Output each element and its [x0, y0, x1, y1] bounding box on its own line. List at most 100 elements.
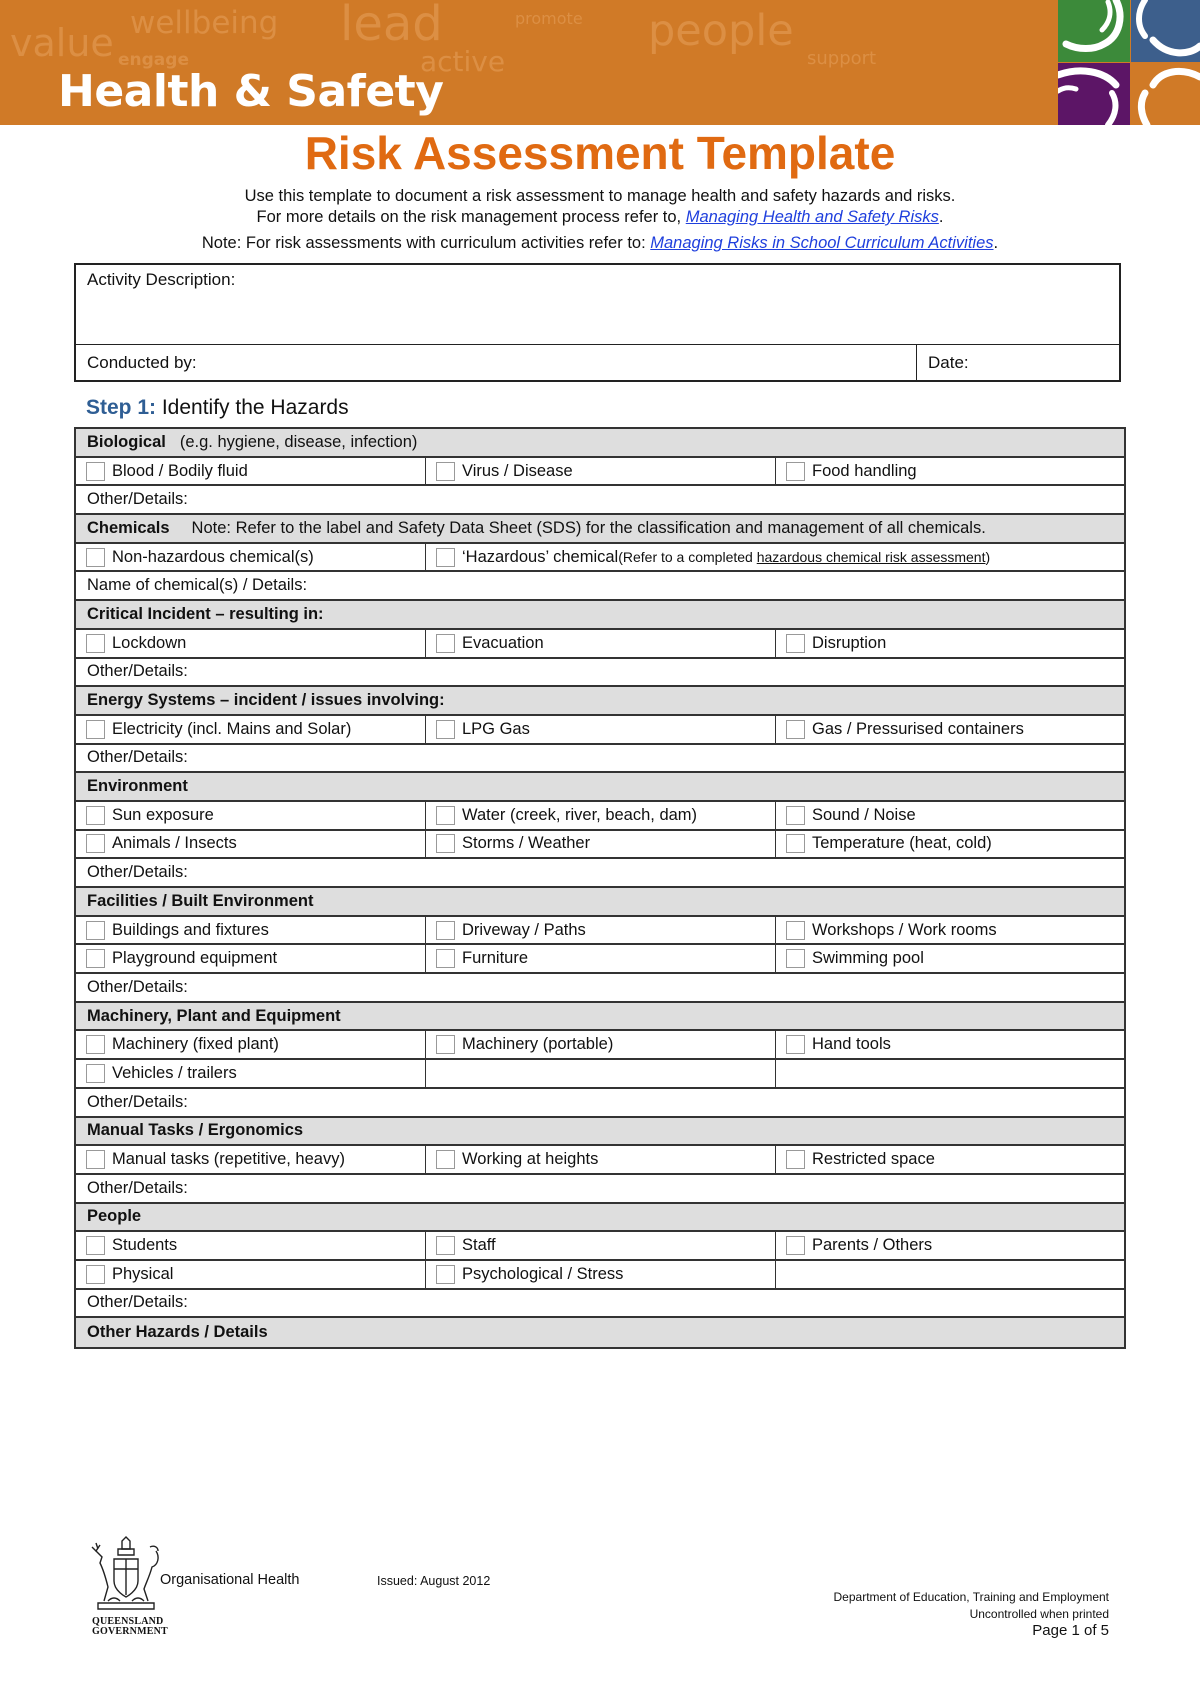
checkbox[interactable]	[786, 1150, 805, 1170]
section-header-manual-tasks: Manual Tasks / Ergonomics	[76, 1117, 1124, 1147]
hazard-option[interactable]: Manual tasks (repetitive, heavy)	[76, 1146, 426, 1173]
hazard-option[interactable]: ‘Hazardous’ chemical (Refer to a complet…	[426, 544, 1124, 571]
hazard-option[interactable]: Disruption	[776, 630, 1124, 657]
option-label: Virus / Disease	[462, 461, 573, 480]
checkbox[interactable]	[786, 920, 805, 940]
option-label: Restricted space	[812, 1150, 935, 1169]
empty-cell	[426, 1060, 776, 1087]
checkbox[interactable]	[436, 461, 455, 481]
hazard-option[interactable]: Hand tools	[776, 1031, 1124, 1058]
checkbox[interactable]	[436, 547, 455, 567]
hazard-option[interactable]: Staff	[426, 1232, 776, 1259]
hazard-option[interactable]: Swimming pool	[776, 945, 1124, 972]
hazard-option[interactable]: Machinery (fixed plant)	[76, 1031, 426, 1059]
checkbox[interactable]	[436, 633, 455, 653]
option-label: Electricity (incl. Mains and Solar)	[112, 719, 352, 738]
details-field[interactable]: Other/Details:	[76, 1089, 1124, 1118]
hazard-option[interactable]: Driveway / Paths	[426, 916, 776, 944]
details-field[interactable]: Other/Details:	[76, 1175, 1124, 1204]
checkbox[interactable]	[786, 1035, 805, 1055]
hazard-option[interactable]: Temperature (heat, cold)	[776, 831, 1124, 858]
checkbox[interactable]	[786, 805, 805, 825]
hazard-option[interactable]: Storms / Weather	[426, 830, 776, 858]
hazard-option[interactable]: Workshops / Work rooms	[776, 917, 1124, 944]
checkbox[interactable]	[786, 1236, 805, 1256]
curriculum-risks-link[interactable]: Managing Risks in School Curriculum Acti…	[650, 234, 993, 252]
checkbox[interactable]	[86, 719, 105, 739]
hazard-option[interactable]: Parents / Others	[776, 1232, 1124, 1259]
date-field[interactable]: Date:	[916, 345, 1119, 380]
checkbox[interactable]	[436, 1236, 455, 1256]
checkbox[interactable]	[86, 633, 105, 653]
hazard-option[interactable]: Playground equipment	[76, 945, 426, 973]
step-number: Step 1:	[86, 396, 157, 419]
checkbox[interactable]	[86, 461, 105, 481]
hazard-option[interactable]: Machinery (portable)	[426, 1031, 776, 1059]
checkbox[interactable]	[436, 1035, 455, 1055]
details-field[interactable]: Other/Details:	[76, 486, 1124, 516]
checkbox[interactable]	[786, 834, 805, 854]
hazard-option[interactable]: Water (creek, river, beach, dam)	[426, 801, 776, 829]
checkbox[interactable]	[86, 1063, 105, 1083]
conducted-by-field[interactable]: Conducted by: Date:	[76, 345, 1119, 380]
option-label: Lockdown	[112, 633, 187, 652]
hazard-option[interactable]: Evacuation	[426, 629, 776, 657]
hazard-option[interactable]: Lockdown	[76, 629, 426, 657]
hazard-option[interactable]: Gas / Pressurised containers	[776, 716, 1124, 743]
hazard-option[interactable]: Students	[76, 1232, 426, 1259]
checkbox[interactable]	[436, 719, 455, 739]
details-field[interactable]: Other/Details:	[76, 859, 1124, 888]
hazard-option[interactable]: Food handling	[776, 458, 1124, 485]
hazard-option[interactable]: Blood / Bodily fluid	[76, 457, 426, 485]
section-header-machinery: Machinery, Plant and Equipment	[76, 1002, 1124, 1032]
checkbox[interactable]	[86, 805, 105, 825]
checkbox[interactable]	[86, 920, 105, 940]
hazard-option[interactable]: Electricity (incl. Mains and Solar)	[76, 715, 426, 743]
hazard-option[interactable]: LPG Gas	[426, 715, 776, 743]
hazard-option[interactable]: Working at heights	[426, 1146, 776, 1173]
hazard-option[interactable]: Psychological / Stress	[426, 1260, 776, 1288]
checkbox[interactable]	[436, 949, 455, 969]
checkbox[interactable]	[436, 1150, 455, 1170]
checkbox[interactable]	[436, 805, 455, 825]
option-label: Sun exposure	[112, 805, 214, 824]
banner-title: Health & Safety	[58, 66, 444, 117]
hazard-option[interactable]: Physical	[76, 1260, 426, 1288]
details-field[interactable]: Other/Details:	[76, 1290, 1124, 1319]
checkbox[interactable]	[86, 1150, 105, 1170]
checkbox[interactable]	[86, 834, 105, 854]
details-field[interactable]: Other/Details:	[76, 659, 1124, 688]
checkbox[interactable]	[436, 1264, 455, 1284]
checkbox[interactable]	[86, 1035, 105, 1055]
intro-suffix: .	[938, 208, 944, 226]
details-field[interactable]: Name of chemical(s) / Details:	[76, 572, 1124, 602]
hazard-option[interactable]: Vehicles / trailers	[76, 1060, 426, 1087]
checkbox[interactable]	[86, 1264, 105, 1284]
hazard-option[interactable]: Virus / Disease	[426, 457, 776, 485]
checkbox[interactable]	[86, 547, 105, 567]
checkbox[interactable]	[786, 719, 805, 739]
activity-description-field[interactable]: Activity Description:	[76, 265, 1119, 345]
logo-tile-orange	[1131, 63, 1200, 125]
section-title: Machinery, Plant and Equipment	[87, 1006, 341, 1025]
checkbox[interactable]	[786, 461, 805, 481]
checkbox[interactable]	[86, 949, 105, 969]
checkbox[interactable]	[86, 1236, 105, 1256]
hazard-option[interactable]: Furniture	[426, 945, 776, 973]
page-number: Page 1 of 5	[1032, 1622, 1109, 1639]
managing-risks-link[interactable]: Managing Health and Safety Risks	[686, 208, 939, 226]
checkbox[interactable]	[436, 920, 455, 940]
section-header-other-hazards[interactable]: Other Hazards / Details	[76, 1318, 1124, 1347]
hazardous-chemical-assessment-link[interactable]: hazardous chemical risk assessment	[757, 549, 986, 565]
checkbox[interactable]	[786, 633, 805, 653]
hazard-option[interactable]: Restricted space	[776, 1146, 1124, 1173]
hazard-option[interactable]: Non-hazardous chemical(s)	[76, 543, 426, 571]
hazard-option[interactable]: Buildings and fixtures	[76, 916, 426, 944]
checkbox[interactable]	[786, 949, 805, 969]
checkbox[interactable]	[436, 834, 455, 854]
hazard-option[interactable]: Animals / Insects	[76, 830, 426, 858]
hazard-option[interactable]: Sound / Noise	[776, 802, 1124, 829]
hazard-option[interactable]: Sun exposure	[76, 801, 426, 829]
details-field[interactable]: Other/Details:	[76, 974, 1124, 1003]
details-field[interactable]: Other/Details:	[76, 745, 1124, 774]
